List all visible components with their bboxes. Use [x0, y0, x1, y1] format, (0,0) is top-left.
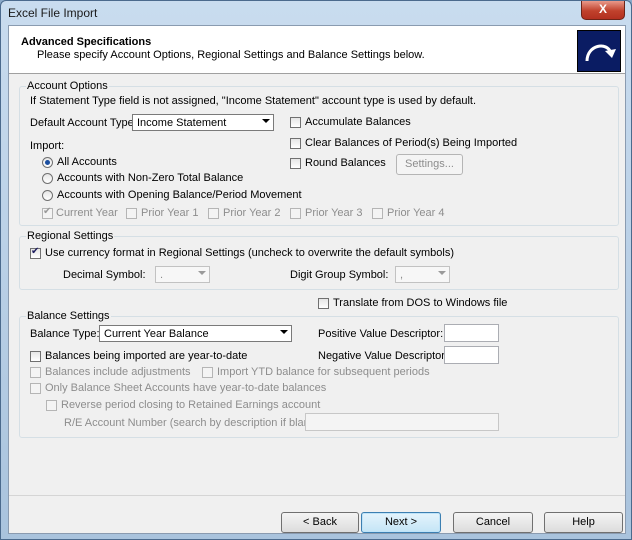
dialog-body: Advanced Specifications Please specify A… — [8, 25, 626, 534]
current-year-checkbox[interactable] — [42, 206, 53, 219]
year-to-date-label: Balances being imported are year-to-date — [45, 350, 248, 362]
year-to-date-checkbox[interactable] — [30, 351, 41, 362]
include-adjustments-label: Balances include adjustments — [45, 366, 191, 378]
account-options-note: If Statement Type field is not assigned,… — [30, 95, 477, 107]
import-label: Import: — [30, 140, 65, 152]
negative-value-descriptor-input[interactable] — [444, 346, 499, 364]
radio-opening-balance[interactable] — [42, 190, 53, 201]
window-title: Excel File Import — [8, 6, 98, 20]
regional-settings-label: Regional Settings — [26, 230, 115, 242]
accumulate-balances-checkbox[interactable] — [290, 117, 301, 128]
current-year-label: Current Year — [56, 207, 118, 219]
import-ytd-label: Import YTD balance for subsequent period… — [217, 366, 430, 378]
chevron-down-icon — [438, 271, 446, 275]
back-button[interactable]: < Back — [281, 512, 359, 533]
balance-settings-label: Balance Settings — [26, 310, 111, 322]
account-options-label: Account Options — [26, 80, 109, 92]
prior-year-3-label: Prior Year 3 — [305, 207, 363, 219]
radio-opening-balance-label: Accounts with Opening Balance/Period Mov… — [57, 189, 302, 201]
only-balance-sheet-checkbox[interactable] — [30, 383, 41, 394]
default-account-type-label: Default Account Type: — [30, 117, 137, 129]
excel-file-import-window: Excel File Import X Advanced Specificati… — [0, 0, 632, 540]
round-balances-label: Round Balances — [305, 157, 386, 169]
radio-all-accounts[interactable] — [42, 157, 53, 168]
round-balances-checkbox[interactable] — [290, 158, 301, 169]
radio-non-zero-total[interactable] — [42, 173, 53, 184]
accumulate-balances-label: Accumulate Balances — [305, 116, 411, 128]
chevron-down-icon — [262, 119, 270, 123]
page-title: Advanced Specifications — [21, 36, 152, 48]
prior-year-2-checkbox[interactable] — [208, 208, 219, 219]
title-bar: Excel File Import X — [1, 1, 631, 25]
prior-year-1-label: Prior Year 1 — [141, 207, 199, 219]
import-ytd-checkbox[interactable] — [202, 367, 213, 378]
use-currency-format-label: Use currency format in Regional Settings… — [45, 247, 455, 259]
wizard-header: Advanced Specifications Please specify A… — [9, 26, 625, 74]
only-balance-sheet-label: Only Balance Sheet Accounts have year-to… — [45, 382, 327, 394]
digit-group-symbol-select[interactable]: , — [395, 266, 450, 283]
help-button[interactable]: Help — [544, 512, 623, 533]
translate-dos-label: Translate from DOS to Windows file — [333, 297, 508, 309]
reverse-closing-checkbox[interactable] — [46, 400, 57, 411]
include-adjustments-checkbox[interactable] — [30, 367, 41, 378]
positive-value-descriptor-input[interactable] — [444, 324, 499, 342]
re-account-number-input[interactable] — [305, 413, 499, 431]
settings-button[interactable]: Settings... — [396, 154, 463, 175]
chevron-down-icon — [198, 271, 206, 275]
regional-settings-group — [19, 236, 619, 290]
radio-all-accounts-label: All Accounts — [57, 156, 117, 168]
digit-group-symbol-value: , — [400, 269, 404, 281]
positive-value-descriptor-label: Positive Value Descriptor: — [318, 328, 444, 340]
prior-year-3-checkbox[interactable] — [290, 208, 301, 219]
close-button[interactable]: X — [581, 1, 625, 20]
balance-type-label: Balance Type: — [30, 328, 100, 340]
default-account-type-select[interactable]: Income Statement — [132, 114, 274, 131]
default-account-type-value: Income Statement — [137, 117, 227, 129]
cancel-button[interactable]: Cancel — [453, 512, 533, 533]
prior-year-4-label: Prior Year 4 — [387, 207, 445, 219]
prior-year-2-label: Prior Year 2 — [223, 207, 281, 219]
prior-year-1-checkbox[interactable] — [126, 208, 137, 219]
chevron-down-icon — [280, 330, 288, 334]
page-subtitle: Please specify Account Options, Regional… — [37, 49, 425, 61]
use-currency-format-checkbox[interactable] — [30, 246, 41, 259]
clear-balances-label: Clear Balances of Period(s) Being Import… — [305, 137, 518, 149]
decimal-symbol-label: Decimal Symbol: — [63, 269, 146, 281]
radio-non-zero-total-label: Accounts with Non-Zero Total Balance — [57, 172, 244, 184]
decimal-symbol-select[interactable]: . — [155, 266, 210, 283]
balance-type-value: Current Year Balance — [104, 328, 209, 340]
negative-value-descriptor-label: Negative Value Descriptor: — [318, 350, 449, 362]
re-account-number-label: R/E Account Number (search by descriptio… — [64, 417, 323, 429]
digit-group-symbol-label: Digit Group Symbol: — [290, 269, 389, 281]
footer-divider — [9, 495, 625, 496]
wizard-logo-icon — [577, 30, 621, 72]
prior-year-4-checkbox[interactable] — [372, 208, 383, 219]
decimal-symbol-value: . — [160, 269, 164, 281]
next-button[interactable]: Next > — [361, 512, 441, 533]
reverse-closing-label: Reverse period closing to Retained Earni… — [61, 399, 321, 411]
clear-balances-checkbox[interactable] — [290, 138, 301, 149]
translate-dos-checkbox[interactable] — [318, 298, 329, 309]
balance-type-select[interactable]: Current Year Balance — [99, 325, 292, 342]
